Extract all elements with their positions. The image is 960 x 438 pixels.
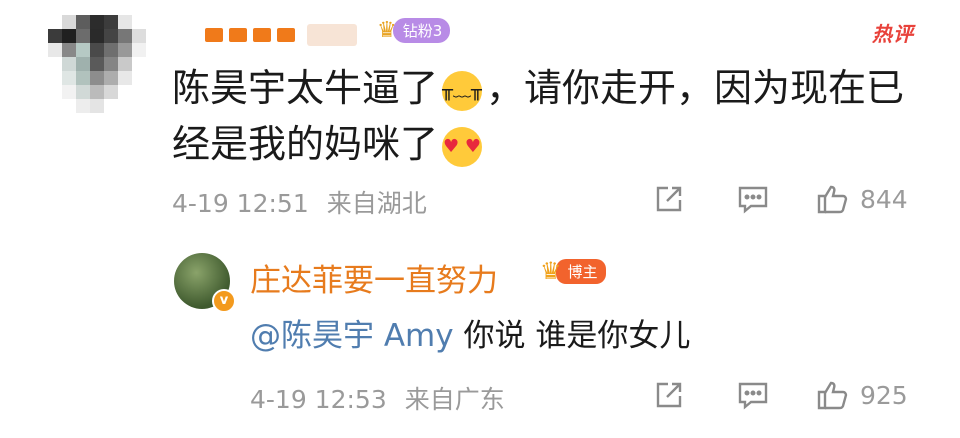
blogger-badge-label: 博主 — [555, 258, 606, 284]
reply-meta: 4-19 12:53 来自广东 — [250, 380, 505, 416]
comment-text-part1: 陈昊宇太牛逼了 — [172, 66, 439, 110]
username-obscured[interactable] — [205, 22, 357, 48]
reply-like-count: 925 — [860, 380, 908, 410]
comment-text: 陈昊宇太牛逼了 ╥﹏╥ ，请你走开，因为现在已 经是我的妈咪了 ♥ ♥ — [172, 60, 912, 172]
reply-body: 你说 谁是你女儿 — [453, 318, 691, 354]
comment-location: 来自湖北 — [326, 189, 427, 218]
avatar[interactable] — [48, 15, 146, 113]
crown-icon: ♛ — [377, 17, 397, 43]
comment-time: 4-19 12:51 — [172, 189, 309, 218]
crying-emoji-icon: ╥﹏╥ — [442, 70, 483, 111]
crown-icon: ♛ — [540, 257, 562, 285]
reply-author-name[interactable]: 庄达菲要一直努力 — [250, 255, 498, 300]
comment-meta: 4-19 12:51 来自湖北 — [172, 184, 427, 220]
blogger-badge: ♛ 博主 — [540, 257, 606, 285]
comment-like-count: 844 — [860, 184, 908, 214]
comment-text-part2: ，请你走开，因为现在已 — [486, 66, 905, 110]
reply-avatar[interactable]: v — [174, 253, 236, 313]
reply-actions: 925 — [652, 378, 908, 412]
reply-mention-link[interactable]: @陈昊宇 Amy — [250, 318, 454, 354]
share-icon[interactable] — [652, 182, 686, 216]
thumbs-up-icon[interactable] — [816, 378, 850, 412]
share-icon[interactable] — [652, 378, 686, 412]
reply-text: @陈昊宇 Amy 你说 谁是你女儿 — [250, 310, 690, 355]
comment-icon[interactable] — [736, 378, 770, 412]
reply-time: 4-19 12:53 — [250, 385, 387, 414]
comment-icon[interactable] — [736, 182, 770, 216]
hot-comment-label: 热评 — [872, 22, 914, 46]
heart-eyes-emoji-icon: ♥ ♥ — [442, 126, 483, 167]
thumbs-up-icon[interactable] — [816, 182, 850, 216]
comment-text-part3: 经是我的妈咪了 — [172, 122, 439, 166]
verified-badge-icon: v — [212, 289, 236, 313]
comment-actions: 844 — [652, 182, 908, 216]
fan-badge[interactable]: ♛ 钻粉3 — [377, 16, 451, 44]
fan-badge-label: 钻粉3 — [392, 17, 451, 43]
reply-location: 来自广东 — [404, 385, 505, 414]
